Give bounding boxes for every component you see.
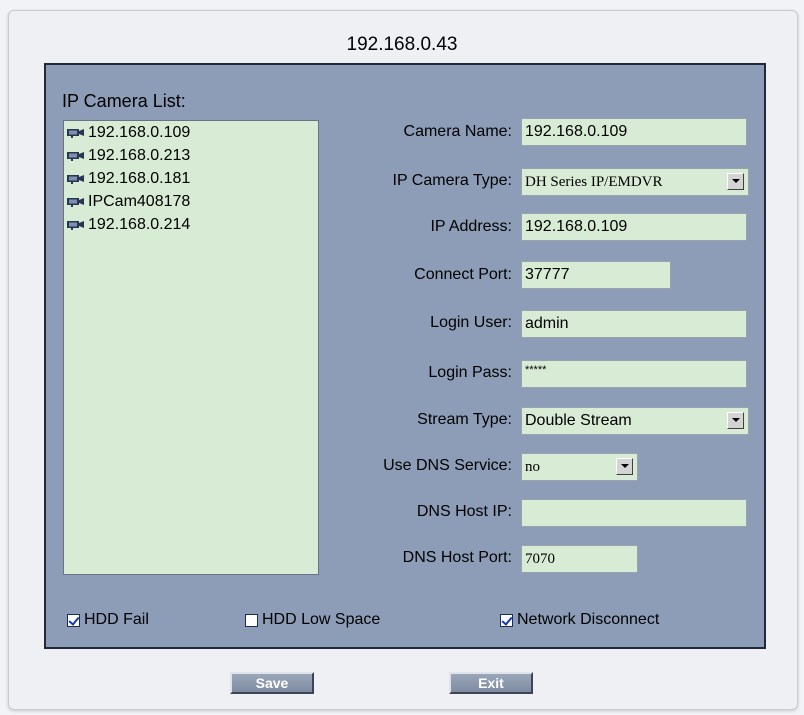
login-user-field[interactable]: admin <box>521 310 747 338</box>
list-item[interactable]: 192.168.0.213 <box>64 144 318 167</box>
chevron-down-icon[interactable] <box>616 458 633 475</box>
stream-type-value: Double Stream <box>525 412 632 429</box>
network-disconnect-checkbox[interactable]: Network Disconnect <box>500 610 659 630</box>
stream-type-select[interactable]: Double Stream <box>521 407 749 435</box>
camera-icon <box>67 151 84 161</box>
window-title: 192.168.0.43 <box>346 34 458 55</box>
use-dns-value: no <box>525 459 540 475</box>
login-pass-label: Login Pass: <box>428 364 512 381</box>
list-item[interactable]: 192.168.0.214 <box>64 213 318 236</box>
save-button[interactable]: Save <box>230 672 314 694</box>
camera-name-label: Camera Name: <box>403 123 512 140</box>
list-item-label: 192.168.0.214 <box>88 216 191 233</box>
ip-address-field[interactable]: 192.168.0.109 <box>521 213 747 241</box>
list-item-label: IPCam408178 <box>88 193 191 210</box>
hdd-fail-checkbox[interactable]: HDD Fail <box>67 610 149 630</box>
camera-type-select[interactable]: DH Series IP/EMDVR <box>521 168 749 196</box>
chevron-down-icon[interactable] <box>727 173 744 190</box>
stream-type-label: Stream Type: <box>417 411 512 428</box>
camera-icon <box>67 128 84 138</box>
checkbox-icon[interactable] <box>245 613 258 627</box>
camera-name-field[interactable]: 192.168.0.109 <box>521 118 747 146</box>
camera-type-label: IP Camera Type: <box>392 172 512 189</box>
list-item-label: 192.168.0.181 <box>88 170 191 187</box>
checkbox-icon[interactable] <box>67 613 80 627</box>
chevron-down-icon[interactable] <box>727 412 744 429</box>
list-item-label: 192.168.0.213 <box>88 147 191 164</box>
camera-icon <box>67 197 84 207</box>
camera-icon <box>67 220 84 230</box>
connect-port-label: Connect Port: <box>414 266 512 283</box>
dns-host-port-field[interactable]: 7070 <box>521 545 638 573</box>
list-item[interactable]: IPCam408178 <box>64 190 318 213</box>
list-item[interactable]: 192.168.0.181 <box>64 167 318 190</box>
ip-address-label: IP Address: <box>430 218 512 235</box>
camera-list-title: IP Camera List: <box>62 91 186 111</box>
login-user-label: Login User: <box>430 314 512 331</box>
dns-host-port-label: DNS Host Port: <box>402 549 512 566</box>
use-dns-label: Use DNS Service: <box>383 457 512 474</box>
hdd-fail-label: HDD Fail <box>84 611 149 628</box>
list-item-label: 192.168.0.109 <box>88 124 191 141</box>
dns-host-ip-field[interactable] <box>521 499 747 527</box>
network-disconnect-label: Network Disconnect <box>517 611 660 628</box>
use-dns-select[interactable]: no <box>521 453 638 481</box>
list-item[interactable]: 192.168.0.109 <box>64 121 318 144</box>
exit-button[interactable]: Exit <box>449 672 533 694</box>
connect-port-field[interactable]: 37777 <box>521 261 671 289</box>
hdd-low-space-label: HDD Low Space <box>262 611 381 628</box>
checkbox-icon[interactable] <box>500 613 513 627</box>
login-pass-field[interactable]: ***** <box>521 360 747 388</box>
camera-type-value: DH Series IP/EMDVR <box>525 174 663 190</box>
camera-list[interactable]: 192.168.0.109 192.168.0.213 192.168.0.181 I… <box>63 120 319 575</box>
hdd-low-space-checkbox[interactable]: HDD Low Space <box>245 610 380 630</box>
camera-icon <box>67 174 84 184</box>
dns-host-ip-label: DNS Host IP: <box>416 503 512 520</box>
